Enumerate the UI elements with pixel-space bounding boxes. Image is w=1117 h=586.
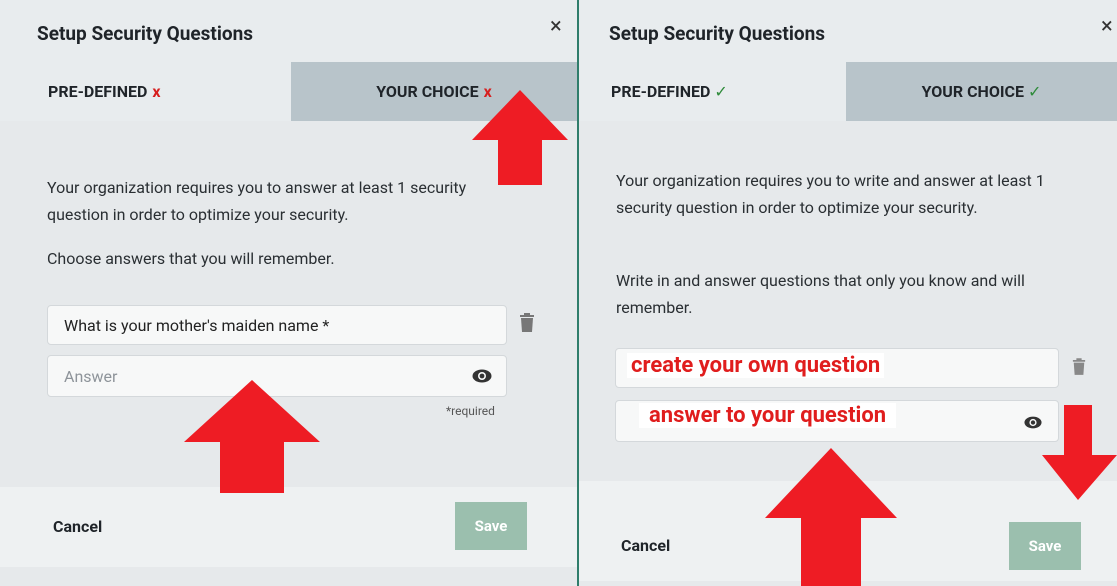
required-note: *required xyxy=(446,404,495,418)
answer-annotation: answer to your question xyxy=(639,403,897,428)
dialog-footer: Cancel Save xyxy=(0,487,577,567)
tab-label: YOUR CHOICE xyxy=(376,82,479,101)
tab-your-choice[interactable]: YOUR CHOICE ✓ xyxy=(846,62,1117,121)
hint-text: Write in and answer questions that only … xyxy=(616,271,1025,317)
left-dialog: Setup Security Questions × PRE-DEFINED x … xyxy=(0,0,577,586)
right-dialog: Setup Security Questions × PRE-DEFINED ✓ … xyxy=(579,0,1117,586)
requirement-text: Your organization requires you to answer… xyxy=(47,178,467,224)
close-icon[interactable]: × xyxy=(550,14,562,39)
red-arrow-icon xyxy=(765,448,897,586)
requirement-text: Your organization requires you to write … xyxy=(616,171,1045,217)
question-annotation: create your own question xyxy=(627,353,885,378)
check-icon: ✓ xyxy=(714,82,728,101)
red-arrow-icon xyxy=(472,90,568,185)
red-arrow-icon xyxy=(1042,405,1117,500)
tab-predefined[interactable]: PRE-DEFINED x xyxy=(0,62,291,121)
tab-predefined[interactable]: PRE-DEFINED ✓ xyxy=(579,62,846,121)
trash-icon[interactable] xyxy=(1072,358,1086,381)
check-icon: ✓ xyxy=(1028,82,1042,101)
tab-label: PRE-DEFINED xyxy=(611,82,711,101)
cancel-button[interactable]: Cancel xyxy=(53,517,102,536)
dialog-title: Setup Security Questions xyxy=(37,22,253,45)
cancel-button[interactable]: Cancel xyxy=(621,536,670,555)
close-icon[interactable]: × xyxy=(1101,14,1113,39)
question-value: What is your mother's maiden name * xyxy=(64,315,330,335)
answer-placeholder: Answer xyxy=(64,366,118,386)
eye-icon[interactable] xyxy=(1024,414,1042,433)
save-button[interactable]: Save xyxy=(1009,522,1081,570)
tab-label: PRE-DEFINED xyxy=(48,82,148,101)
trash-icon[interactable] xyxy=(519,313,535,338)
tab-label: YOUR CHOICE xyxy=(921,82,1025,101)
question-field[interactable]: What is your mother's maiden name * xyxy=(47,305,507,345)
dialog-header: Setup Security Questions × xyxy=(0,0,577,62)
eye-icon[interactable] xyxy=(472,368,492,387)
dialog-header: Setup Security Questions × xyxy=(579,0,1117,62)
hint-text: Choose answers that you will remember. xyxy=(47,249,335,268)
save-button[interactable]: Save xyxy=(455,502,527,550)
dialog-title: Setup Security Questions xyxy=(609,22,825,45)
red-arrow-icon xyxy=(184,380,320,493)
incomplete-icon: x xyxy=(152,82,161,101)
